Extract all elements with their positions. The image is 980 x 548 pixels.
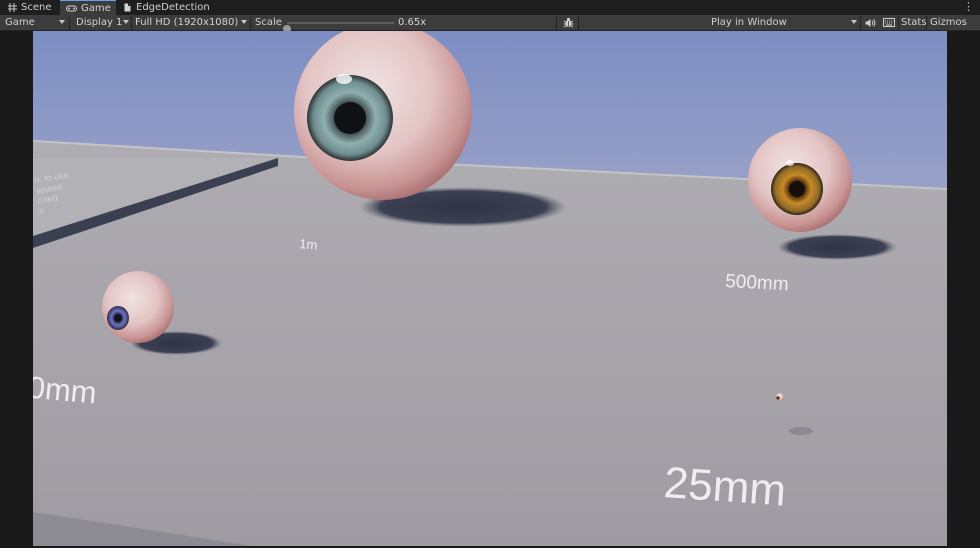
scale-label: Scale: [255, 17, 282, 28]
tab-strip: Scene Game EdgeDetection ⋮: [0, 0, 980, 15]
chevron-down-icon: [851, 20, 857, 24]
more-options-icon[interactable]: ⋮: [963, 1, 974, 13]
display-label: Display 1: [76, 17, 123, 28]
tab-scene[interactable]: Scene: [2, 0, 60, 15]
separator: [69, 16, 70, 30]
scale-value: 0.65x: [398, 17, 427, 28]
gizmos-button[interactable]: Gizmos: [930, 15, 967, 30]
separator: [898, 16, 899, 30]
eye-shadow: [789, 427, 813, 435]
separator: [131, 16, 132, 30]
resolution-dropdown[interactable]: Full HD (1920x1080): [135, 15, 238, 30]
display-dropdown[interactable]: Display 1: [76, 15, 122, 30]
chevron-down-icon: [241, 20, 247, 24]
eyeball-blue: [102, 271, 174, 343]
eyeball-amber: [748, 128, 852, 232]
eye-shadow: [777, 234, 897, 260]
rendered-scene: n, to use sewed oned s 1m 500mm 0mm 25mm: [33, 31, 947, 546]
view-mode-dropdown[interactable]: Game: [5, 15, 35, 30]
view-mode-label: Game: [5, 17, 35, 28]
tab-edgedetection[interactable]: EdgeDetection: [117, 0, 210, 15]
game-toolbar: Game Display 1 Full HD (1920x1080) Scale…: [0, 15, 980, 33]
tab-label: EdgeDetection: [136, 2, 210, 13]
play-mode-dropdown[interactable]: Play in Window: [711, 15, 787, 30]
scale-slider[interactable]: [283, 22, 394, 33]
resolution-label: Full HD (1920x1080): [135, 17, 239, 28]
gamepad-icon: [66, 4, 77, 13]
tab-label: Scene: [21, 2, 52, 13]
speaker-icon[interactable]: [865, 15, 876, 30]
bug-icon[interactable]: [563, 15, 574, 30]
stats-button[interactable]: Stats: [901, 15, 927, 30]
separator: [860, 16, 861, 30]
floor-label-1m: 1m: [299, 236, 318, 253]
separator: [250, 16, 251, 30]
play-mode-label: Play in Window: [711, 17, 787, 28]
keyboard-icon[interactable]: [883, 15, 895, 30]
separator: [578, 16, 579, 30]
game-viewport[interactable]: n, to use sewed oned s 1m 500mm 0mm 25mm: [33, 31, 947, 546]
separator: [926, 16, 927, 30]
tab-game[interactable]: Game: [60, 0, 116, 15]
floor-label-25mm: 25mm: [662, 458, 787, 515]
floor-label-500mm: 500mm: [725, 271, 789, 295]
document-icon: [123, 3, 132, 12]
separator: [556, 16, 557, 30]
hash-grid-icon: [8, 3, 17, 12]
tab-label: Game: [81, 2, 111, 14]
eyeball-tiny: [776, 393, 784, 401]
chevron-down-icon: [123, 20, 129, 24]
floor-label-0mm: 0mm: [33, 370, 98, 411]
chevron-down-icon: [59, 20, 65, 24]
